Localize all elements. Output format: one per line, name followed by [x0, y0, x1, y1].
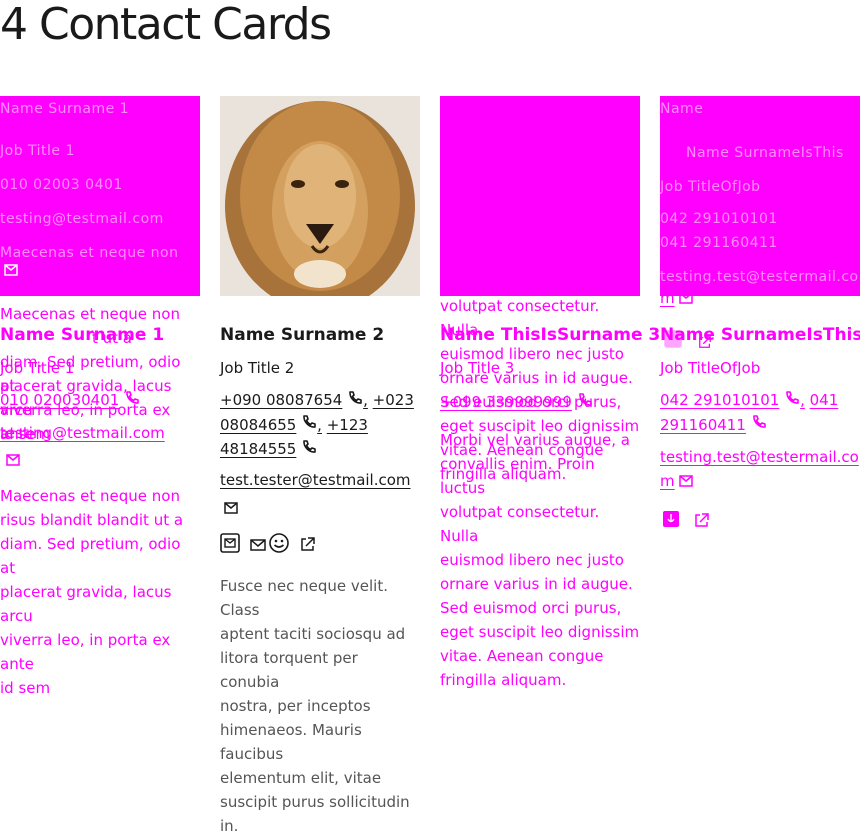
phone-link[interactable]: 042 291010101 — [660, 391, 779, 409]
ghost-text: 041 291160411 — [660, 235, 778, 251]
ghost-text: testing@testmail.com — [0, 211, 164, 227]
external-link-icon[interactable] — [698, 332, 712, 356]
contact-name: Name Surname 2 — [220, 325, 385, 345]
phone-list: +090 08087654 , +023 08084655 , +123 481… — [220, 388, 420, 462]
job-title: Job Title 2 — [220, 359, 295, 377]
card-image-placeholder: Name Name SurnameIsThis Job TitleOfJob 0… — [660, 96, 860, 296]
external-link-icon[interactable] — [300, 535, 316, 559]
email-row: testing.test@testermail.co m — [660, 445, 860, 494]
ghost-text: testing.test@testermail.co — [660, 269, 859, 285]
mail-filled-icon[interactable] — [220, 533, 240, 560]
mail-icon[interactable] — [250, 535, 266, 559]
phone-icon — [751, 413, 767, 437]
lion-photo — [220, 96, 420, 296]
social-icons — [662, 510, 860, 535]
email-link[interactable]: m — [660, 472, 675, 490]
email-link[interactable]: testing@testmail.com — [0, 424, 165, 442]
ghost-text: 010 02003 0401 — [0, 177, 123, 193]
mail-icon[interactable] — [6, 449, 20, 473]
mail-icon — [4, 264, 18, 276]
contact-name: Name SurnameIsThis — [660, 325, 860, 345]
phone-link[interactable]: +090 08087654 — [220, 391, 342, 409]
overlapping-text: t ut a — [92, 329, 132, 347]
job-title: Job TitleOfJob — [660, 359, 761, 377]
ghost-text: Name SurnameIsThis — [686, 145, 844, 161]
phone-icon — [301, 438, 317, 462]
external-link-icon[interactable] — [694, 511, 710, 535]
overlapping-text: m — [660, 286, 860, 311]
contact-name: Name ThisIsSurname 3 — [440, 325, 661, 345]
app-icon[interactable] — [662, 510, 680, 535]
email-row: test.tester@testmail.com — [220, 468, 420, 492]
ghost-text: 042 291010101 — [660, 211, 778, 227]
contact-description: Morbi vel varius augue, a convallis enim… — [440, 431, 640, 689]
mail-icon[interactable] — [224, 497, 238, 521]
ghost-text: Job TitleOfJob — [660, 179, 761, 195]
ghost-text: Maecenas et neque non — [0, 245, 179, 261]
card-image-placeholder — [440, 96, 640, 296]
job-title: Job Title 3 — [440, 359, 515, 377]
contact-description: Fusce nec neque velit. Class aptent taci… — [220, 577, 410, 835]
phone-icon — [784, 389, 800, 413]
smiley-icon[interactable] — [268, 532, 290, 561]
email-link[interactable]: testing.test@testermail.co — [660, 448, 859, 466]
card-image-placeholder: Name Surname 1 Job Title 1 010 02003 040… — [0, 96, 200, 296]
phone-list: 042 291010101 , 041 291160411 — [660, 388, 860, 437]
phone-icon — [577, 391, 593, 415]
email-row: testing@testmail.com — [0, 421, 200, 445]
email-link[interactable]: test.tester@testmail.com — [220, 471, 411, 489]
contact-description: Maecenas et neque non risus blandit blan… — [0, 487, 184, 697]
mail-icon — [679, 287, 694, 311]
ghost-text: Name — [660, 101, 704, 117]
phone-icon — [301, 413, 317, 437]
social-icons — [220, 532, 420, 561]
phone-icon — [347, 389, 363, 413]
page-title: 4 Contact Cards — [0, 0, 332, 50]
ghost-text: Name Surname 1 — [0, 101, 130, 117]
phone-link[interactable]: +099 339999999 — [440, 393, 572, 411]
phone-row: +099 339999999 — [440, 390, 640, 415]
mail-icon[interactable] — [679, 470, 694, 494]
mail-filled-icon[interactable] — [664, 330, 682, 355]
ghost-text: Job Title 1 — [0, 143, 75, 159]
